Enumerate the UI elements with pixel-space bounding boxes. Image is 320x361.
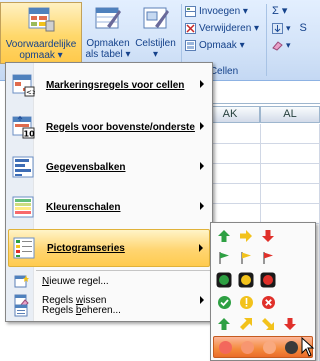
data-bars-icon [12, 156, 34, 178]
menu-item-data-bars[interactable]: Gegevensbalken [8, 148, 210, 186]
delete-cells-icon [185, 23, 196, 34]
check-circle-icon [215, 293, 233, 311]
down-right-arrow-icon [259, 315, 277, 333]
icon-set-option-3-flags[interactable] [215, 247, 277, 269]
menu-item-label: Pictogramseries [47, 242, 125, 254]
format-label: Opmaak ▾ [199, 40, 245, 51]
label-part: Regels [42, 305, 76, 316]
insert-button[interactable]: Invoegen ▾ [185, 3, 259, 20]
menu-divider [36, 270, 212, 271]
cell-styles-button[interactable]: Celstijlen ▾ [133, 2, 178, 64]
delete-label: Verwijderen ▾ [199, 23, 260, 34]
submenu-arrow-icon [200, 122, 204, 130]
manage-rules-icon [14, 304, 28, 317]
column-header-al[interactable]: AL [260, 106, 320, 123]
up-arrow-icon [215, 315, 233, 333]
submenu-arrow-icon [200, 202, 204, 210]
icon-set-option-3-symbols[interactable] [215, 291, 277, 313]
menu-item-label: Regels beheren... [42, 305, 121, 316]
down-arrow-icon [259, 227, 277, 245]
formula-bar-area [200, 82, 320, 104]
menu-item-label: Markeringsregels voor cellen [46, 79, 185, 91]
cell-styles-label-1: Celstijlen [135, 38, 176, 49]
conditional-formatting-label-1: Voorwaardelijke [5, 39, 77, 50]
menu-item-label: Gegevensbalken [46, 161, 126, 173]
black-circle-icon [285, 341, 298, 354]
icon-set-option-3-traffic-lights[interactable] [215, 269, 277, 291]
format-table-icon [95, 7, 121, 29]
icon-set-option-4-traffic-lights[interactable] [213, 336, 313, 358]
label-part: eheren... [81, 305, 121, 316]
up-right-arrow-icon [237, 315, 255, 333]
editing-group: Σ ▾ ▾ S ▾ [272, 3, 307, 54]
green-flag-icon [215, 249, 233, 267]
insert-label: Invoegen ▾ [199, 6, 248, 17]
submenu-arrow-icon [199, 244, 203, 252]
svg-text:10: 10 [24, 130, 36, 139]
cell-styles-icon [143, 7, 169, 29]
pink-circle-icon [241, 341, 254, 354]
submenu-arrow-icon [200, 162, 204, 170]
gray-circle-icon [263, 341, 276, 354]
yellow-light-icon [237, 271, 255, 289]
cells-group: Invoegen ▾ Verwijderen ▾ Opmaak ▾ [185, 3, 259, 54]
exclamation-circle-icon [237, 293, 255, 311]
red-flag-icon [259, 249, 277, 267]
red-circle-icon [219, 341, 232, 354]
grid-line [200, 203, 320, 204]
mouse-cursor-icon [301, 337, 315, 357]
delete-button[interactable]: Verwijderen ▾ [185, 20, 259, 37]
right-arrow-icon [237, 227, 255, 245]
menu-item-highlight-cells-rules[interactable]: <> Markeringsregels voor cellen [8, 66, 210, 104]
grid-line [200, 163, 320, 164]
format-as-table-label-1: Opmaken [86, 38, 130, 49]
fill-dropdown-icon: ▾ [286, 23, 291, 33]
clear-dropdown-icon: ▾ [286, 40, 291, 50]
menu-item-icon-sets[interactable]: Pictogramseries [8, 229, 210, 267]
conditional-formatting-icon [28, 7, 55, 32]
red-light-icon [259, 271, 277, 289]
format-cells-icon [185, 40, 196, 51]
insert-cells-icon [185, 6, 196, 17]
format-as-table-label-2: als tabel ▾ [85, 49, 131, 60]
grid-line [200, 143, 320, 144]
menu-item-label: Kleurenschalen [46, 201, 121, 213]
menu-item-new-rule[interactable]: Nieuwe regel... [8, 272, 210, 291]
green-light-icon [215, 271, 233, 289]
menu-item-top-bottom-rules[interactable]: 10 Regels voor bovenste/onderste [8, 108, 210, 146]
top-bottom-icon: 10 [12, 115, 36, 139]
menu-item-label: Regels voor bovenste/onderste [46, 121, 195, 133]
autosum-button[interactable]: Σ ▾ [272, 3, 307, 20]
up-arrow-icon [215, 227, 233, 245]
conditional-formatting-label-2: opmaak ▾ [19, 50, 63, 61]
label-part: ieuwe regel... [49, 276, 109, 287]
format-button[interactable]: Opmaak ▾ [185, 37, 259, 54]
menu-item-label: Nieuwe regel... [42, 276, 109, 287]
conditional-formatting-menu: <> Markeringsregels voor cellen 10 Regel… [5, 62, 213, 322]
new-rule-icon [14, 275, 29, 288]
grid-line [200, 183, 320, 184]
menu-item-color-scales[interactable]: Kleurenschalen [8, 188, 210, 226]
submenu-arrow-icon [200, 80, 204, 88]
menu-item-manage-rules[interactable]: Regels beheren... [8, 301, 210, 320]
x-circle-icon [259, 293, 277, 311]
partial-label: S [299, 22, 307, 34]
icon-sets-icon [13, 237, 35, 259]
down-arrow-icon [281, 315, 299, 333]
fill-down-icon [272, 23, 283, 34]
color-scales-icon [12, 196, 34, 218]
autosum-label: Σ ▾ [272, 5, 288, 17]
cell-styles-label-2: ▾ [152, 49, 159, 60]
highlight-cells-icon: <> [12, 74, 35, 97]
yellow-flag-icon [237, 249, 255, 267]
eraser-icon [272, 41, 283, 51]
fill-button[interactable]: ▾ S [272, 20, 307, 37]
icon-set-option-4-arrows[interactable] [215, 313, 299, 335]
ribbon-group-separator [266, 4, 267, 76]
format-as-table-button[interactable]: Opmaken als tabel ▾ [84, 2, 132, 64]
clear-button[interactable]: ▾ [272, 37, 307, 54]
icon-set-option-3-arrows[interactable] [215, 225, 277, 247]
svg-text:<>: <> [26, 89, 35, 97]
conditional-formatting-button[interactable]: Voorwaardelijke opmaak ▾ [0, 2, 82, 64]
